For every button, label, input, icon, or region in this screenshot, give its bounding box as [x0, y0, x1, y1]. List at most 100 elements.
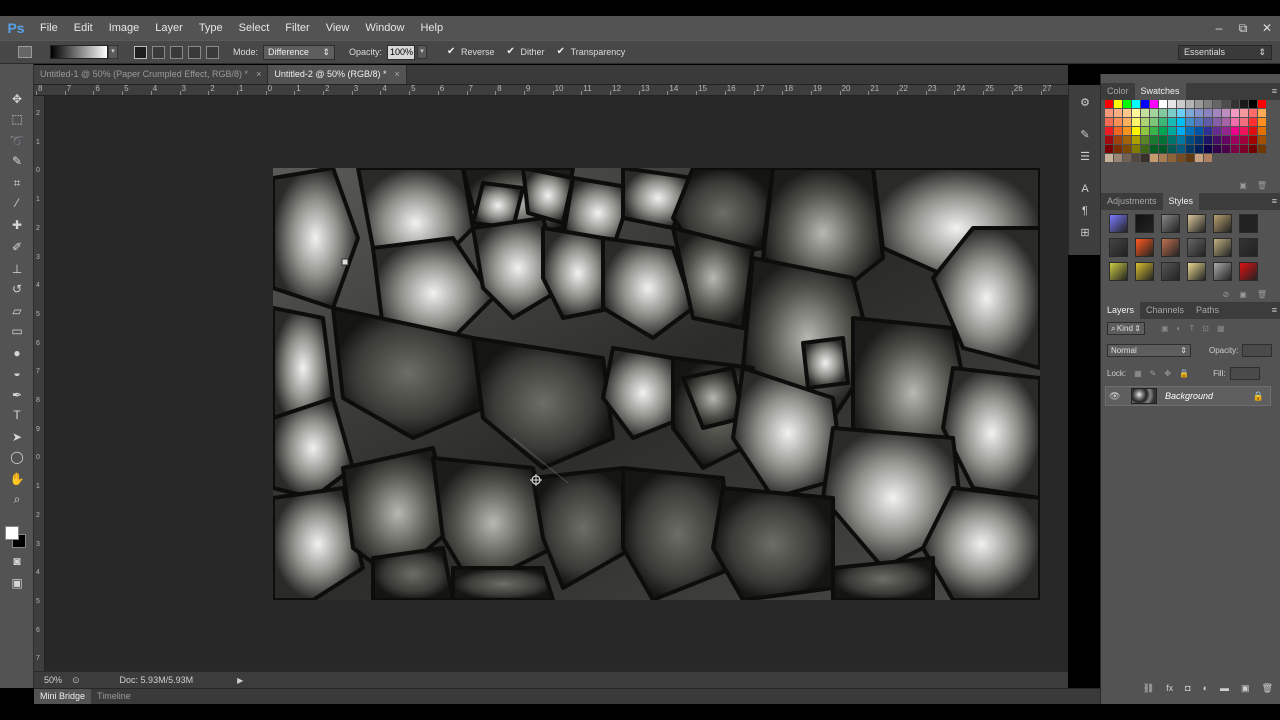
- share-icon[interactable]: ⊙: [72, 675, 80, 686]
- color-swatch[interactable]: [1222, 127, 1230, 135]
- color-swatch[interactable]: [1213, 109, 1221, 117]
- blend-mode-select[interactable]: Normal ⇕: [1107, 344, 1191, 357]
- color-swatch[interactable]: [1114, 136, 1122, 144]
- color-swatch[interactable]: [1240, 136, 1248, 144]
- color-swatch[interactable]: [1258, 127, 1266, 135]
- color-swatch[interactable]: [1114, 154, 1122, 162]
- color-swatch[interactable]: [1195, 100, 1203, 108]
- color-swatch[interactable]: [1186, 100, 1194, 108]
- menu-type[interactable]: Type: [191, 16, 231, 40]
- filter-icons[interactable]: ▣◐T⊡▦: [1161, 324, 1233, 333]
- radial-gradient-button[interactable]: [152, 45, 165, 59]
- color-swatch[interactable]: [1177, 109, 1185, 117]
- trash-icon[interactable]: 🗑: [1257, 181, 1267, 191]
- color-swatch[interactable]: [1168, 100, 1176, 108]
- color-swatch[interactable]: [1177, 100, 1185, 108]
- color-swatch[interactable]: [1150, 109, 1158, 117]
- color-swatch[interactable]: [1240, 127, 1248, 135]
- document-canvas[interactable]: [273, 168, 1040, 600]
- color-swatch[interactable]: [1231, 100, 1239, 108]
- opacity-input[interactable]: 100%: [387, 44, 416, 60]
- zoom-icon[interactable]: ⌕: [8, 490, 26, 508]
- color-swatch[interactable]: [1186, 136, 1194, 144]
- style-preset[interactable]: [1161, 214, 1180, 233]
- color-swatch[interactable]: [1195, 127, 1203, 135]
- style-preset[interactable]: [1109, 238, 1128, 257]
- color-swatch[interactable]: [1231, 145, 1239, 153]
- color-swatch[interactable]: [1132, 145, 1140, 153]
- color-swatch[interactable]: [1105, 118, 1113, 126]
- panel-menu-icon[interactable]: ≡: [1272, 193, 1277, 210]
- move-icon[interactable]: ✥: [8, 90, 26, 108]
- dither-checkbox[interactable]: ✔ Dither: [507, 47, 545, 58]
- color-swatch[interactable]: [1114, 118, 1122, 126]
- color-swatch[interactable]: [1123, 154, 1131, 162]
- color-swatch[interactable]: [1105, 127, 1113, 135]
- close-icon[interactable]: ×: [256, 65, 261, 84]
- color-swatch[interactable]: [1132, 154, 1140, 162]
- color-swatch[interactable]: [1150, 100, 1158, 108]
- pen-icon[interactable]: ✒: [8, 386, 26, 404]
- menu-view[interactable]: View: [318, 16, 358, 40]
- panel-menu-icon[interactable]: ≡: [1272, 302, 1277, 319]
- color-swatch[interactable]: [1123, 136, 1131, 144]
- color-swatch[interactable]: [1123, 109, 1131, 117]
- color-swatch[interactable]: [1249, 118, 1257, 126]
- trash-icon[interactable]: 🗑: [1262, 683, 1273, 694]
- color-swatch[interactable]: [1231, 109, 1239, 117]
- color-swatch[interactable]: [1132, 100, 1140, 108]
- menu-window[interactable]: Window: [357, 16, 412, 40]
- clear-style-icon[interactable]: ⊘: [1223, 290, 1230, 300]
- new-style-icon[interactable]: ▣: [1239, 290, 1247, 300]
- color-swatch[interactable]: [1213, 136, 1221, 144]
- status-menu-icon[interactable]: ▶: [237, 676, 243, 685]
- color-swatch[interactable]: [1177, 136, 1185, 144]
- menu-layer[interactable]: Layer: [147, 16, 191, 40]
- path-select-icon[interactable]: ➤: [8, 428, 26, 446]
- color-swatch[interactable]: [1249, 127, 1257, 135]
- trash-icon[interactable]: 🗑: [1257, 290, 1267, 300]
- color-swatch[interactable]: [1123, 118, 1131, 126]
- color-swatch[interactable]: [1168, 127, 1176, 135]
- tab-channels[interactable]: Channels: [1140, 302, 1190, 319]
- quick-select-icon[interactable]: ✎: [8, 152, 26, 170]
- color-swatch[interactable]: [1141, 136, 1149, 144]
- menu-help[interactable]: Help: [412, 16, 451, 40]
- color-swatch[interactable]: [1258, 118, 1266, 126]
- linear-gradient-button[interactable]: [134, 45, 147, 59]
- color-swatch[interactable]: [1249, 145, 1257, 153]
- style-preset[interactable]: [1161, 238, 1180, 257]
- color-swatch[interactable]: [1114, 109, 1122, 117]
- color-swatch[interactable]: [1141, 154, 1149, 162]
- color-swatch[interactable]: [1132, 109, 1140, 117]
- color-swatch[interactable]: [1186, 109, 1194, 117]
- color-swatch[interactable]: [1159, 118, 1167, 126]
- close-button[interactable]: ✕: [1260, 21, 1274, 35]
- style-preset[interactable]: [1161, 262, 1180, 281]
- eye-icon[interactable]: 👁: [1109, 391, 1123, 402]
- color-swatch[interactable]: [1204, 127, 1212, 135]
- color-swatch[interactable]: [1204, 154, 1212, 162]
- color-swatch[interactable]: [1150, 118, 1158, 126]
- gradient-icon[interactable]: ▭: [8, 322, 26, 340]
- fx-icon[interactable]: fx: [1166, 683, 1173, 693]
- color-swatch[interactable]: [1132, 136, 1140, 144]
- color-swatch[interactable]: [1213, 145, 1221, 153]
- brush-icon[interactable]: ✐: [8, 238, 26, 256]
- new-layer-icon[interactable]: ▣: [1241, 683, 1250, 694]
- mode-select[interactable]: Difference ⇕: [263, 44, 336, 60]
- color-swatch[interactable]: [1204, 136, 1212, 144]
- color-swatch[interactable]: [1213, 118, 1221, 126]
- link-icon[interactable]: ⛓: [1143, 683, 1154, 694]
- color-swatch[interactable]: [1114, 145, 1122, 153]
- tab-styles[interactable]: Styles: [1162, 193, 1200, 210]
- color-swatch[interactable]: [1105, 145, 1113, 153]
- marquee-icon[interactable]: ⬚: [8, 110, 26, 128]
- color-swatch[interactable]: [1177, 154, 1185, 162]
- color-swatch[interactable]: [1204, 118, 1212, 126]
- menu-file[interactable]: File: [32, 16, 66, 40]
- diamond-gradient-button[interactable]: [206, 45, 219, 59]
- hand-icon[interactable]: ✋: [8, 470, 26, 488]
- color-swatch[interactable]: [1213, 127, 1221, 135]
- color-swatch[interactable]: [1159, 136, 1167, 144]
